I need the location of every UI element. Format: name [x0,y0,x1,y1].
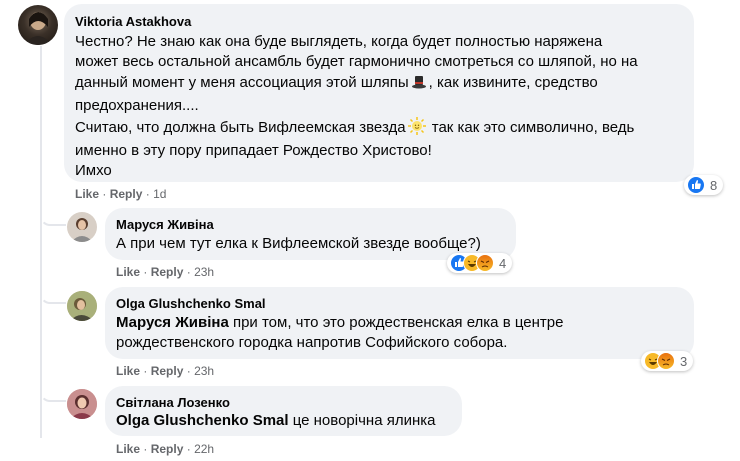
reactions-badge[interactable]: 3 [641,351,694,371]
comment-author[interactable]: Світлана Лозенко [116,395,230,410]
reply-connector [40,380,66,402]
timestamp[interactable]: 23h [194,265,214,279]
profile-photo [71,218,93,242]
comment-line: А при чем тут елка к Вифлеемской звезде … [116,235,481,252]
sun-face-emoji-icon [407,116,426,141]
like-link[interactable]: Like [116,265,140,279]
reply-connector [40,282,66,304]
comment-actions: Like · Reply · 23h [116,364,214,378]
mention-tag[interactable]: Olga Glushchenko Smal [116,412,289,429]
profile-photo [67,389,97,419]
reaction-count: 8 [710,177,718,193]
avatar[interactable] [67,389,97,419]
separator: · [186,442,191,456]
like-reaction-icon [687,176,705,194]
profile-photo [24,12,52,45]
reply-link[interactable]: Reply [151,265,184,279]
timestamp[interactable]: 23h [194,364,214,378]
comment-line: Считаю, что должна быть Вифлеемская звез… [75,116,638,141]
separator: · [186,364,191,378]
comment-author[interactable]: Viktoria Astakhova [75,14,191,29]
comment-actions: Like · Reply · 22h [116,442,214,456]
timestamp[interactable]: 1d [153,187,166,201]
comment-text: Честно? Не знаю как она буде выглядеть, … [75,32,638,182]
angry-reaction-icon [476,254,494,272]
comment-author[interactable]: Маруся Живіна [116,217,214,232]
reaction-count: 3 [680,353,688,369]
comment-author[interactable]: Olga Glushchenko Smal [116,296,266,311]
like-link[interactable]: Like [116,442,140,456]
comment-line: Маруся Живіна при том, что это рождестве… [116,314,564,331]
comment-actions: Like · Reply · 23h [116,265,214,279]
reply-link[interactable]: Reply [110,187,143,201]
mention-tag[interactable]: Маруся Живіна [116,314,229,331]
comment-line: именно в эту пору припадает Рождество Хр… [75,142,432,160]
avatar[interactable] [67,212,97,242]
comment-text: Маруся Живіна при том, что это рождестве… [116,313,563,354]
reaction-count: 4 [499,255,507,271]
comment-line: предохранения.... [75,97,199,115]
separator: · [143,364,148,378]
reactions-badge[interactable]: 4 [447,253,513,273]
reply-link[interactable]: Reply [151,364,184,378]
separator: · [143,265,148,279]
like-link[interactable]: Like [75,187,99,201]
reply-link[interactable]: Reply [151,442,184,456]
separator: · [102,187,107,201]
top-hat-emoji-icon [411,74,427,96]
comment-text: А при чем тут елка к Вифлеемской звезде … [116,234,481,254]
comment-line: может весь остальной ансамбль будет гарм… [75,53,638,71]
profile-photo [67,291,97,321]
comment-line: Olga Glushchenko Smal це новорічна ялинк… [116,412,436,429]
avatar[interactable] [67,291,97,321]
comment-line: Честно? Не знаю как она буде выглядеть, … [75,33,603,50]
like-link[interactable]: Like [116,364,140,378]
angry-reaction-icon [657,352,675,370]
comment-line: данный момент у меня ассоциация этой шля… [75,73,638,96]
comment-actions: Like · Reply · 1d [75,187,166,201]
separator: · [186,265,191,279]
separator: · [143,442,148,456]
comment-line: рождественского городка напротив Софийск… [116,334,508,352]
reactions-badge[interactable]: 8 [684,175,724,195]
comment-line: Имхо [75,162,112,180]
reply-connector [40,208,66,226]
separator: · [145,187,150,201]
comment-text: Olga Glushchenko Smal це новорічна ялинк… [116,411,435,431]
timestamp[interactable]: 22h [194,442,214,456]
avatar[interactable] [18,5,58,45]
